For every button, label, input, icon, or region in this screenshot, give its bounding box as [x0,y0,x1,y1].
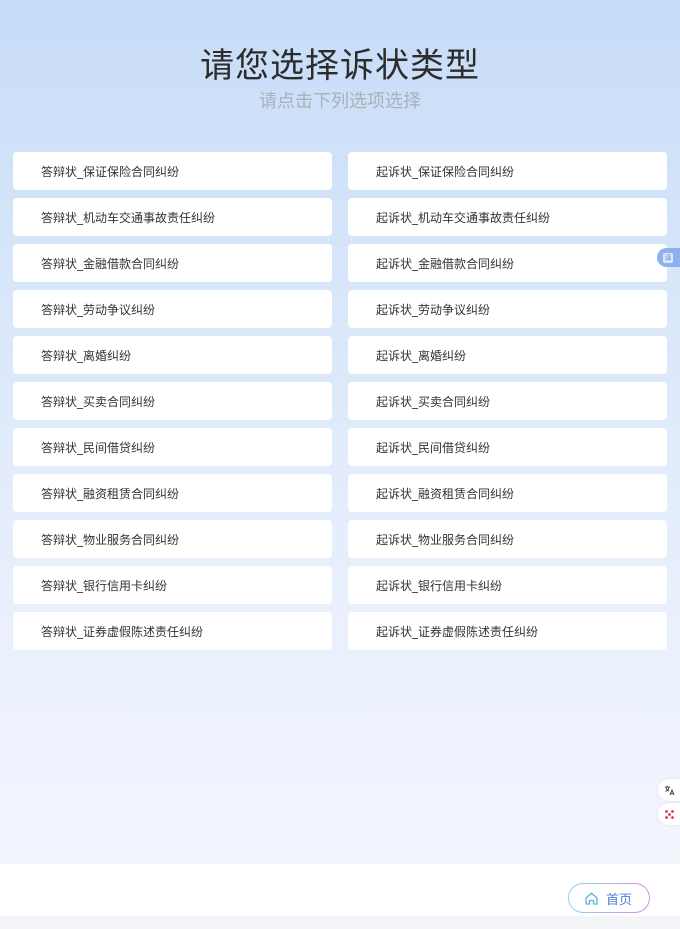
option-complaint-guarantee-insurance[interactable]: 起诉状_保证保险合同纠纷 [348,152,667,190]
option-complaint-securities-misrepresentation[interactable]: 起诉状_证券虚假陈述责任纠纷 [348,612,667,650]
option-answer-finance-lease[interactable]: 答辩状_融资租赁合同纠纷 [13,474,332,512]
option-complaint-traffic-accident[interactable]: 起诉状_机动车交通事故责任纠纷 [348,198,667,236]
option-complaint-financial-loan[interactable]: 起诉状_金融借款合同纠纷 [348,244,667,282]
option-answer-sales-contract[interactable]: 答辩状_买卖合同纠纷 [13,382,332,420]
complaint-type-options: 答辩状_保证保险合同纠纷 起诉状_保证保险合同纠纷 答辩状_机动车交通事故责任纠… [13,152,667,650]
option-answer-labor-dispute[interactable]: 答辩状_劳动争议纠纷 [13,290,332,328]
apps-dots-icon [664,809,674,819]
option-complaint-credit-card[interactable]: 起诉状_银行信用卡纠纷 [348,566,667,604]
translate-tool-icon [664,785,674,795]
translate-side-tab[interactable]: 译 [657,248,680,267]
page-subtitle: 请点击下列选项选择 [259,91,421,112]
page-title: 请您选择诉状类型 [200,46,480,86]
option-answer-property-service[interactable]: 答辩状_物业服务合同纠纷 [13,520,332,558]
home-button[interactable]: 首页 [568,883,650,913]
home-icon [585,892,598,905]
option-answer-securities-misrepresentation[interactable]: 答辩状_证券虚假陈述责任纠纷 [13,612,332,650]
option-complaint-sales-contract[interactable]: 起诉状_买卖合同纠纷 [348,382,667,420]
translate-icon: 译 [663,252,673,263]
option-answer-credit-card[interactable]: 答辩状_银行信用卡纠纷 [13,566,332,604]
option-answer-financial-loan[interactable]: 答辩状_金融借款合同纠纷 [13,244,332,282]
option-answer-guarantee-insurance[interactable]: 答辩状_保证保险合同纠纷 [13,152,332,190]
option-answer-divorce[interactable]: 答辩状_离婚纠纷 [13,336,332,374]
apps-button[interactable] [658,803,680,825]
home-button-label: 首页 [606,892,633,908]
option-answer-private-lending[interactable]: 答辩状_民间借贷纠纷 [13,428,332,466]
option-complaint-finance-lease[interactable]: 起诉状_融资租赁合同纠纷 [348,474,667,512]
option-answer-traffic-accident[interactable]: 答辩状_机动车交通事故责任纠纷 [13,198,332,236]
option-complaint-property-service[interactable]: 起诉状_物业服务合同纠纷 [348,520,667,558]
translate-tool-button[interactable] [658,779,680,801]
option-complaint-labor-dispute[interactable]: 起诉状_劳动争议纠纷 [348,290,667,328]
option-complaint-private-lending[interactable]: 起诉状_民间借贷纠纷 [348,428,667,466]
option-complaint-divorce[interactable]: 起诉状_离婚纠纷 [348,336,667,374]
